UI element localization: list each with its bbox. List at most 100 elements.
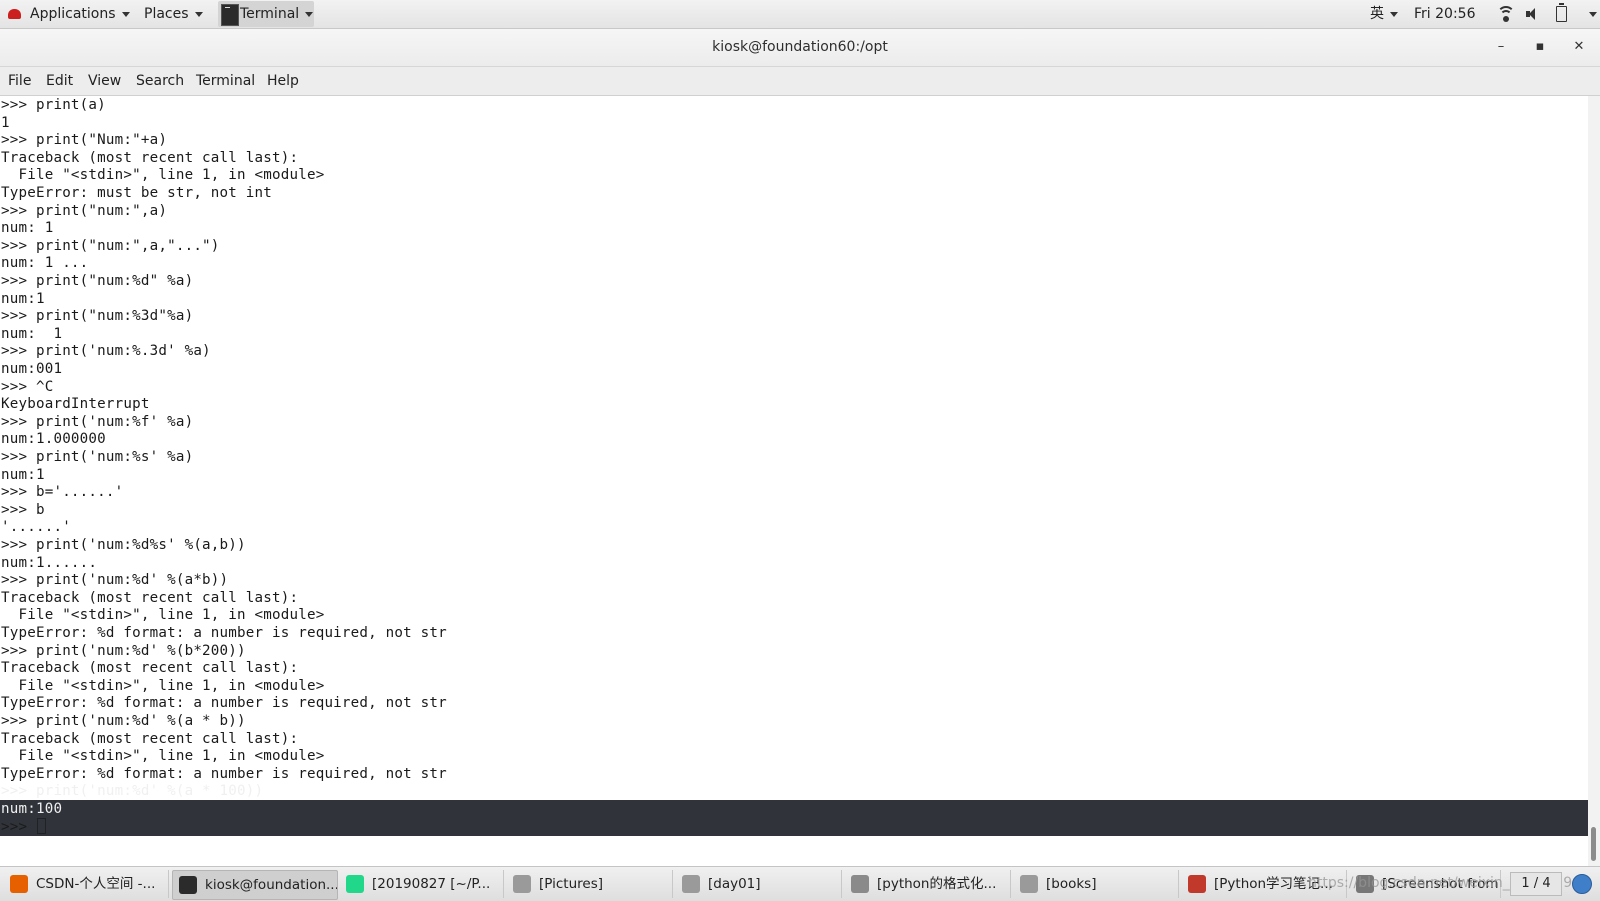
places-label: Places	[144, 6, 189, 22]
terminal-line: num: 1	[1, 220, 54, 236]
top-panel: Applications Places Terminal 英 Fri 20:56	[0, 0, 1600, 29]
window-title: kiosk@foundation60:/opt	[712, 39, 888, 55]
terminal-icon	[221, 4, 239, 26]
redhat-logo-icon	[8, 9, 21, 19]
taskbar-item[interactable]: CSDN-个人空间 -...	[4, 870, 169, 898]
terminal-app-menu[interactable]: Terminal	[218, 1, 314, 27]
terminal-line: >>> print('num:%.3d' %a)	[1, 343, 211, 359]
terminal-line: TypeError: %d format: a number is requir…	[1, 695, 447, 711]
terminal-line: >>> print('num:%d' %(b*200))	[1, 643, 246, 659]
terminal-line: TypeError: must be str, not int	[1, 185, 272, 201]
terminal-line: num: 1	[1, 326, 63, 342]
volume-icon[interactable]	[1526, 7, 1542, 21]
terminal-line: File "<stdin>", line 1, in <module>	[1, 678, 325, 694]
text-editor-icon	[851, 875, 869, 893]
firefox-icon	[10, 875, 28, 893]
scrollbar-thumb[interactable]	[1591, 827, 1596, 861]
terminal-line: KeyboardInterrupt	[1, 396, 150, 412]
taskbar-item-label: kiosk@foundation...	[205, 877, 338, 893]
terminal-line: 1	[1, 115, 10, 131]
terminal-line: >>> print("num:",a)	[1, 203, 168, 219]
menu-edit[interactable]: Edit	[46, 67, 73, 95]
terminal-line: num:001	[1, 361, 63, 377]
applications-label: Applications	[30, 6, 116, 22]
terminal-line: >>> print("num:%d" %a)	[1, 273, 194, 289]
input-method-indicator[interactable]: 英	[1370, 0, 1398, 28]
selection-highlight	[0, 800, 1588, 836]
terminal-line: Traceback (most recent call last):	[1, 590, 299, 606]
terminal-line: Traceback (most recent call last):	[1, 150, 299, 166]
clock[interactable]: Fri 20:56	[1414, 0, 1475, 28]
taskbar-item-label: [20190827 [~/P...	[372, 876, 491, 892]
folder-icon	[1020, 875, 1038, 893]
taskbar-item[interactable]: [books]	[1014, 870, 1179, 898]
system-menu-chevron-icon[interactable]	[1589, 12, 1597, 17]
bottom-taskbar: CSDN-个人空间 -... kiosk@foundation... [201908…	[0, 866, 1600, 901]
places-menu[interactable]: Places	[144, 0, 203, 28]
taskbar-item-label: [Pictures]	[539, 876, 603, 892]
terminal-line: File "<stdin>", line 1, in <module>	[1, 607, 325, 623]
terminal-line: >>> print('num:%d' %(a * 100))	[1, 783, 264, 799]
terminal-app-label: Terminal	[240, 6, 300, 22]
applications-menu[interactable]: Applications	[8, 0, 130, 28]
window-title-bar[interactable]: kiosk@foundation60:/opt – ▪ ✕	[0, 29, 1600, 67]
menu-view[interactable]: View	[88, 67, 121, 95]
terminal-scrollbar[interactable]	[1588, 96, 1600, 866]
terminal-line: num:100	[1, 801, 63, 817]
taskbar-item-label: CSDN-个人空间 -...	[36, 876, 156, 892]
document-icon	[1188, 875, 1206, 893]
terminal-line: >>> b='......'	[1, 484, 124, 500]
text-cursor	[36, 818, 46, 834]
workspace-pager[interactable]: 1 / 4	[1510, 872, 1562, 896]
taskbar-item-label: [books]	[1046, 876, 1097, 892]
terminal-prompt-line[interactable]: >>>	[1, 818, 46, 836]
menu-terminal[interactable]: Terminal	[196, 67, 255, 95]
terminal-line: >>> print("num:",a,"...")	[1, 238, 220, 254]
terminal-output[interactable]: >>> print(a) 1 >>> print("Num:"+a) Tracebac…	[0, 96, 1588, 866]
terminal-line: >>> print('num:%d' %(a*b))	[1, 572, 229, 588]
taskbar-item[interactable]: kiosk@foundation...	[172, 870, 338, 900]
minimize-button[interactable]: –	[1492, 38, 1510, 56]
menu-file[interactable]: File	[8, 67, 31, 95]
terminal-line: num:1	[1, 467, 45, 483]
terminal-line: File "<stdin>", line 1, in <module>	[1, 167, 325, 183]
terminal-line: >>> print("Num:"+a)	[1, 132, 168, 148]
terminal-line: Traceback (most recent call last):	[1, 731, 299, 747]
terminal-line: >>> b	[1, 502, 45, 518]
folder-icon	[513, 875, 531, 893]
battery-icon[interactable]	[1556, 3, 1567, 22]
taskbar-item[interactable]: [day01]	[676, 870, 842, 898]
terminal-line: >>> print('num:%d' %(a * b))	[1, 713, 246, 729]
terminal-line: num:1.000000	[1, 431, 106, 447]
terminal-line: num:1......	[1, 555, 98, 571]
folder-icon	[682, 875, 700, 893]
terminal-line: >>> print("num:%3d"%a)	[1, 308, 194, 324]
terminal-line: TypeError: %d format: a number is requir…	[1, 766, 447, 782]
terminal-line: Traceback (most recent call last):	[1, 660, 299, 676]
taskbar-item[interactable]: [20190827 [~/P...	[340, 870, 504, 898]
chevron-down-icon	[1390, 11, 1398, 17]
terminal-line: >>> print(a)	[1, 97, 106, 113]
terminal-line: TypeError: %d format: a number is requir…	[1, 625, 447, 641]
chevron-down-icon	[305, 11, 314, 17]
chevron-down-icon	[121, 11, 130, 17]
pycharm-icon	[346, 875, 364, 893]
menu-bar: File Edit View Search Terminal Help	[0, 67, 1600, 96]
terminal-line: '......'	[1, 519, 71, 535]
terminal-line: >>> print('num:%d%s' %(a,b))	[1, 537, 246, 553]
close-button[interactable]: ✕	[1570, 38, 1588, 56]
taskbar-item[interactable]: [Pictures]	[507, 870, 673, 898]
notification-tray-icon[interactable]	[1572, 874, 1592, 894]
maximize-button[interactable]: ▪	[1531, 38, 1549, 56]
menu-help[interactable]: Help	[267, 67, 299, 95]
terminal-line: >>> print('num:%f' %a)	[1, 414, 194, 430]
terminal-line: >>> print('num:%s' %a)	[1, 449, 194, 465]
taskbar-item-label: [python的格式化...	[877, 876, 997, 892]
prompt-text: >>>	[1, 819, 36, 835]
terminal-line: >>> ^C	[1, 379, 54, 395]
menu-search[interactable]: Search	[136, 67, 184, 95]
terminal-line: num:1	[1, 291, 45, 307]
taskbar-item[interactable]: [python的格式化...	[845, 870, 1011, 898]
input-method-label: 英	[1370, 6, 1384, 22]
wifi-icon[interactable]	[1497, 6, 1515, 22]
